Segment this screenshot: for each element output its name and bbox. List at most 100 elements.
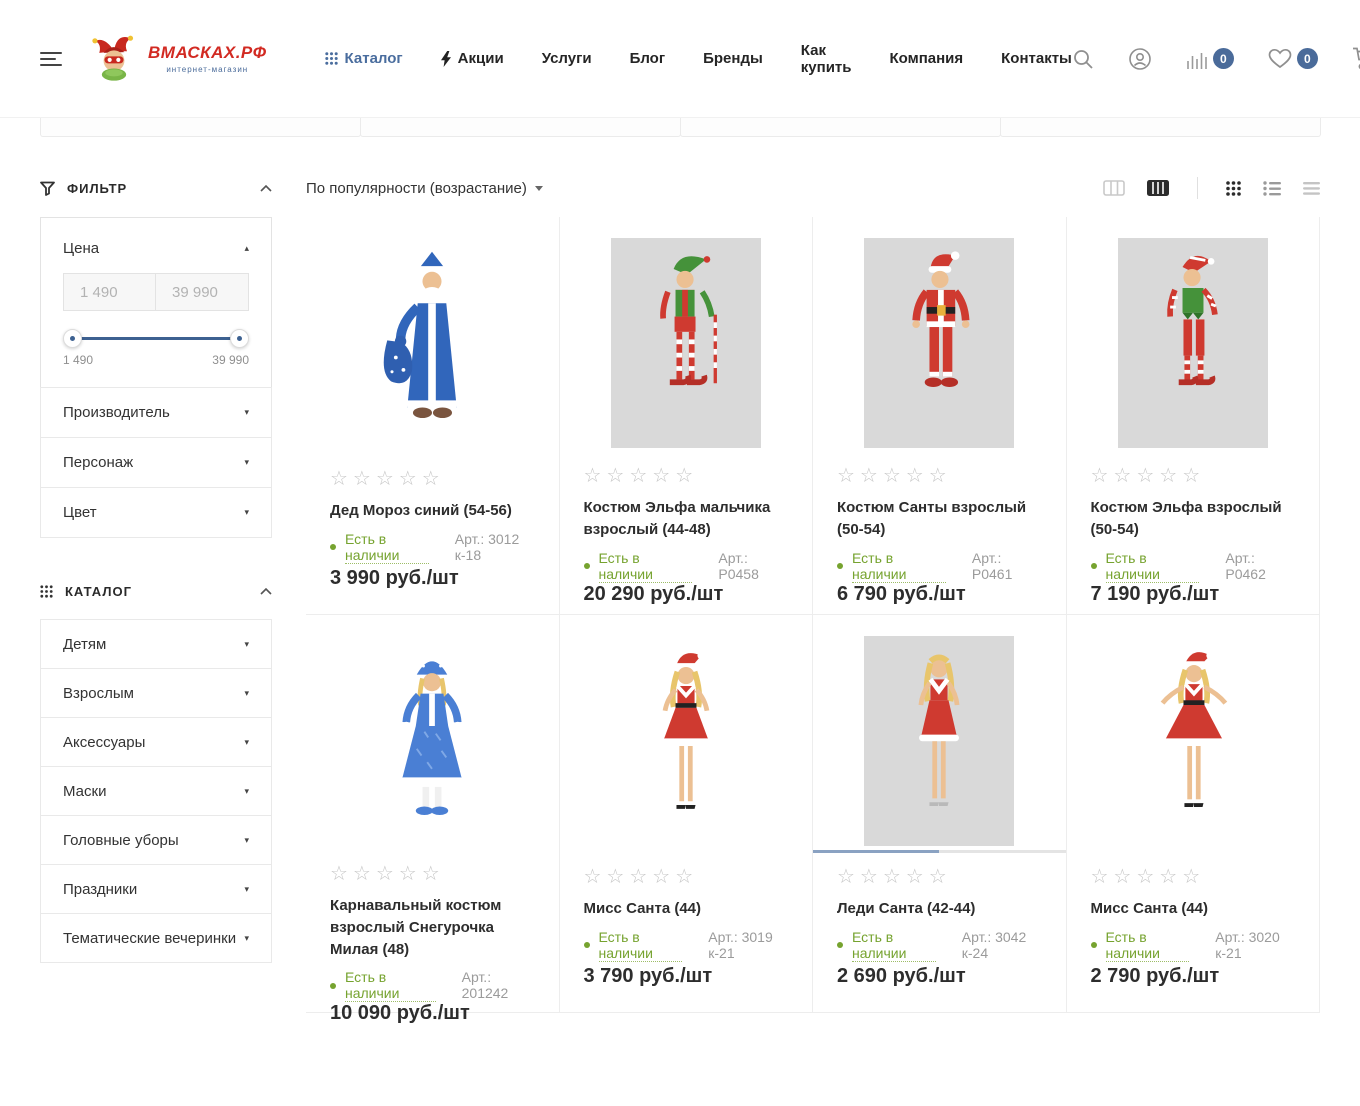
catalog-section-header[interactable]: КАТАЛОГ	[40, 576, 272, 606]
filter-dropdown-manufacturer[interactable]: Производитель ▾	[40, 387, 272, 438]
list-view-icon[interactable]	[1263, 180, 1281, 196]
compact-list-view-icon[interactable]	[1303, 181, 1320, 195]
availability-link[interactable]: Есть в наличии	[345, 531, 429, 564]
catalog-item-kids[interactable]: Детям ▾	[40, 619, 272, 669]
catalog-item-accessories[interactable]: Аксессуары ▾	[40, 717, 272, 767]
product-sku: Арт.: P0458	[718, 549, 759, 582]
nav-contacts[interactable]: Контакты	[1001, 50, 1072, 67]
catalog-section-title: КАТАЛОГ	[65, 583, 132, 599]
in-stock-dot	[1090, 563, 1097, 569]
grid-view-icon-active[interactable]	[1226, 180, 1241, 196]
chevron-up-icon[interactable]	[260, 184, 272, 192]
catalog-item-masks[interactable]: Маски ▾	[40, 766, 272, 816]
four-columns-icon-active[interactable]	[1147, 180, 1169, 196]
triangle-down-icon: ▾	[244, 785, 249, 796]
product-title[interactable]: Костюм Эльфа мальчика взрослый (44-48)	[584, 497, 789, 541]
rating-stars: ☆☆☆☆☆	[1090, 866, 1206, 888]
product-image-snegurochka[interactable]	[330, 636, 535, 846]
product-price: 10 090 руб./шт	[330, 1002, 470, 1025]
in-stock-dot	[837, 563, 843, 569]
product-title[interactable]: Леди Санта (42-44)	[837, 898, 1042, 920]
catalog-item-theme-parties[interactable]: Тематические вечеринки ▾	[40, 913, 272, 963]
product-title[interactable]: Карнавальный костюм взрослый Снегурочка …	[330, 895, 535, 960]
product-image-miss-santa[interactable]	[584, 636, 789, 846]
product-image-elf-adult[interactable]	[1091, 238, 1296, 448]
triangle-down-icon: ▾	[244, 883, 249, 894]
filter-dropdown-character[interactable]: Персонаж ▾	[40, 437, 272, 488]
caret-down-icon	[534, 185, 543, 191]
account-icon[interactable]	[1128, 47, 1152, 71]
nav-blog[interactable]: Блог	[630, 50, 666, 67]
product-image-elf-boy[interactable]	[584, 238, 789, 448]
cutoff-banner	[1000, 118, 1321, 137]
nav-brands[interactable]: Бренды	[703, 50, 763, 67]
nav-how-to-buy[interactable]: Как купить	[801, 42, 852, 76]
availability-link[interactable]: Есть в наличии	[598, 929, 683, 962]
product-title[interactable]: Костюм Эльфа взрослый (50-54)	[1091, 497, 1296, 541]
filter-section-header[interactable]: ФИЛЬТР	[40, 173, 272, 203]
sidebar: ФИЛЬТР Цена ▴ 1 490 39 990 1 490 39 990 …	[40, 173, 272, 1013]
product-image-miss-santa-2[interactable]	[1091, 636, 1296, 846]
slider-handle-min[interactable]	[63, 329, 82, 348]
logo-title: ВМАСКАХ.РФ	[148, 43, 267, 62]
nav-catalog[interactable]: Каталог	[324, 50, 403, 67]
triangle-down-icon: ▾	[244, 507, 249, 517]
search-icon[interactable]	[1072, 48, 1094, 70]
availability-link[interactable]: Есть в наличии	[852, 550, 946, 583]
in-stock-dot	[583, 942, 590, 949]
nav-sales[interactable]: Акции	[440, 50, 504, 67]
price-range-slider[interactable]	[63, 329, 249, 349]
availability-link[interactable]: Есть в наличии	[852, 929, 936, 962]
catalog-item-holidays[interactable]: Праздники ▾	[40, 864, 272, 914]
triangle-up-icon[interactable]: ▴	[244, 243, 249, 254]
product-card: ☆☆☆☆☆ Карнавальный костюм взрослый Снегу…	[306, 615, 560, 1024]
product-card: ☆☆☆☆☆ Мисс Санта (44) Есть в наличии Арт…	[559, 615, 813, 1013]
product-image-lady-santa[interactable]	[837, 636, 1042, 846]
nav-services[interactable]: Услуги	[542, 50, 592, 67]
chevron-up-icon[interactable]	[260, 587, 272, 595]
in-stock-dot	[837, 942, 843, 949]
sort-select[interactable]: По популярности (возрастание)	[306, 180, 543, 197]
cart-icon	[1352, 47, 1360, 70]
product-title[interactable]: Мисс Санта (44)	[1091, 898, 1296, 920]
product-title[interactable]: Мисс Санта (44)	[584, 898, 789, 920]
product-price: 2 690 руб./шт	[837, 965, 966, 987]
nav-company[interactable]: Компания	[889, 50, 963, 67]
availability-link[interactable]: Есть в наличии	[598, 550, 693, 583]
product-image-ded-moroz-blue[interactable]	[330, 238, 535, 448]
cutoff-banner	[680, 118, 1001, 137]
image-carousel-indicator	[1067, 850, 1320, 853]
price-max-input[interactable]	[156, 273, 249, 311]
favorites-button[interactable]: 0	[1268, 48, 1318, 69]
toolbar: По популярности (возрастание)	[306, 173, 1320, 203]
hamburger-menu-icon[interactable]	[40, 48, 62, 70]
filter-section-title: ФИЛЬТР	[67, 180, 128, 196]
availability-link[interactable]: Есть в наличии	[1105, 929, 1190, 962]
cart-button[interactable]: 0	[1352, 47, 1360, 70]
product-card: ☆☆☆☆☆ Костюм Эльфа мальчика взрослый (44…	[559, 217, 813, 615]
catalog-item-adults[interactable]: Взрослым ▾	[40, 668, 272, 718]
product-card: ☆☆☆☆☆ Костюм Санты взрослый (50-54) Есть…	[813, 217, 1067, 615]
triangle-down-icon: ▾	[244, 736, 249, 747]
product-image-santa-adult[interactable]	[837, 238, 1042, 448]
image-carousel-indicator[interactable]	[813, 850, 1066, 853]
rating-stars: ☆☆☆☆☆	[837, 866, 952, 888]
grid-dots-icon	[324, 52, 338, 65]
cutoff-banner	[40, 118, 361, 137]
divider	[1197, 177, 1198, 199]
price-min-input[interactable]	[63, 273, 156, 311]
slider-handle-max[interactable]	[230, 329, 249, 348]
product-title[interactable]: Костюм Санты взрослый (50-54)	[837, 497, 1042, 541]
filter-dropdown-color[interactable]: Цвет ▾	[40, 487, 272, 538]
compare-count-badge: 0	[1212, 48, 1234, 69]
availability-link[interactable]: Есть в наличии	[345, 969, 436, 1003]
header-actions: 0 0 0	[1072, 47, 1360, 71]
product-title[interactable]: Дед Мороз синий (54-56)	[330, 500, 535, 522]
three-columns-icon[interactable]	[1103, 180, 1125, 196]
in-stock-dot	[1090, 942, 1097, 949]
rating-stars: ☆☆☆☆☆	[330, 468, 445, 490]
logo[interactable]: ВМАСКАХ.РФ интернет-магазин	[88, 33, 267, 85]
availability-link[interactable]: Есть в наличии	[1105, 550, 1200, 583]
compare-button[interactable]: 0	[1186, 48, 1234, 69]
catalog-item-hats[interactable]: Головные уборы ▾	[40, 815, 272, 865]
